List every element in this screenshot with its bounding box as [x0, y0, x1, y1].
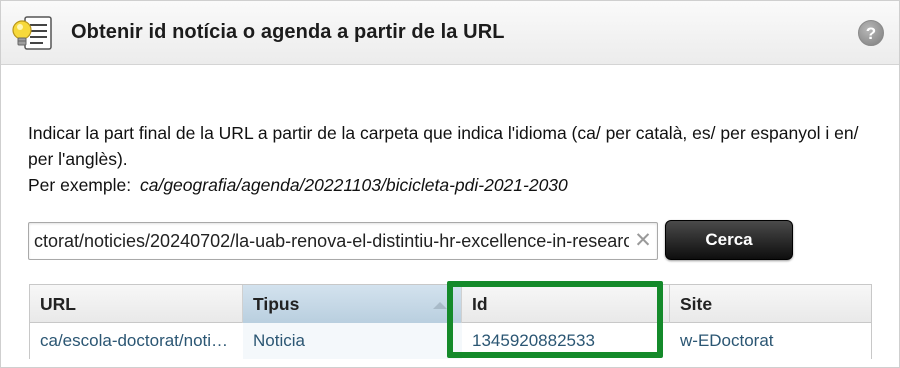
id-column-highlight — [447, 281, 663, 358]
clear-icon[interactable]: ✕ — [632, 229, 654, 253]
lightbulb-list-icon — [12, 16, 52, 50]
instructions-text: Indicar la part final de la URL a partir… — [28, 123, 859, 169]
panel-header: Obtenir id notícia o agenda a partir de … — [1, 1, 899, 65]
example-value: ca/geografia/agenda/20221103/bicicleta-p… — [139, 175, 568, 195]
url-search-field[interactable]: ctorat/noticies/20240702/la-uab-renova-e… — [28, 222, 658, 260]
help-icon[interactable]: ? — [858, 20, 884, 46]
sort-ascending-icon — [433, 302, 447, 309]
column-header-site[interactable]: Site — [670, 285, 871, 323]
column-header-tipus[interactable]: Tipus — [243, 285, 462, 323]
search-button[interactable]: Cerca — [665, 220, 793, 260]
column-header-url[interactable]: URL — [30, 285, 243, 323]
cell-url[interactable]: ca/escola-doctorat/noti… — [30, 323, 243, 359]
panel: Obtenir id notícia o agenda a partir de … — [0, 0, 900, 368]
cell-tipus: Noticia — [243, 323, 462, 359]
cell-site: w-EDoctorat — [680, 331, 774, 350]
example-line: Per exemple: ca/geografia/agenda/2022110… — [28, 172, 568, 198]
example-label: Per exemple: — [28, 175, 132, 195]
column-header-tipus-label: Tipus — [253, 294, 300, 314]
url-search-input[interactable]: ctorat/noticies/20240702/la-uab-renova-e… — [29, 223, 629, 259]
panel-title: Obtenir id notícia o agenda a partir de … — [71, 21, 505, 43]
